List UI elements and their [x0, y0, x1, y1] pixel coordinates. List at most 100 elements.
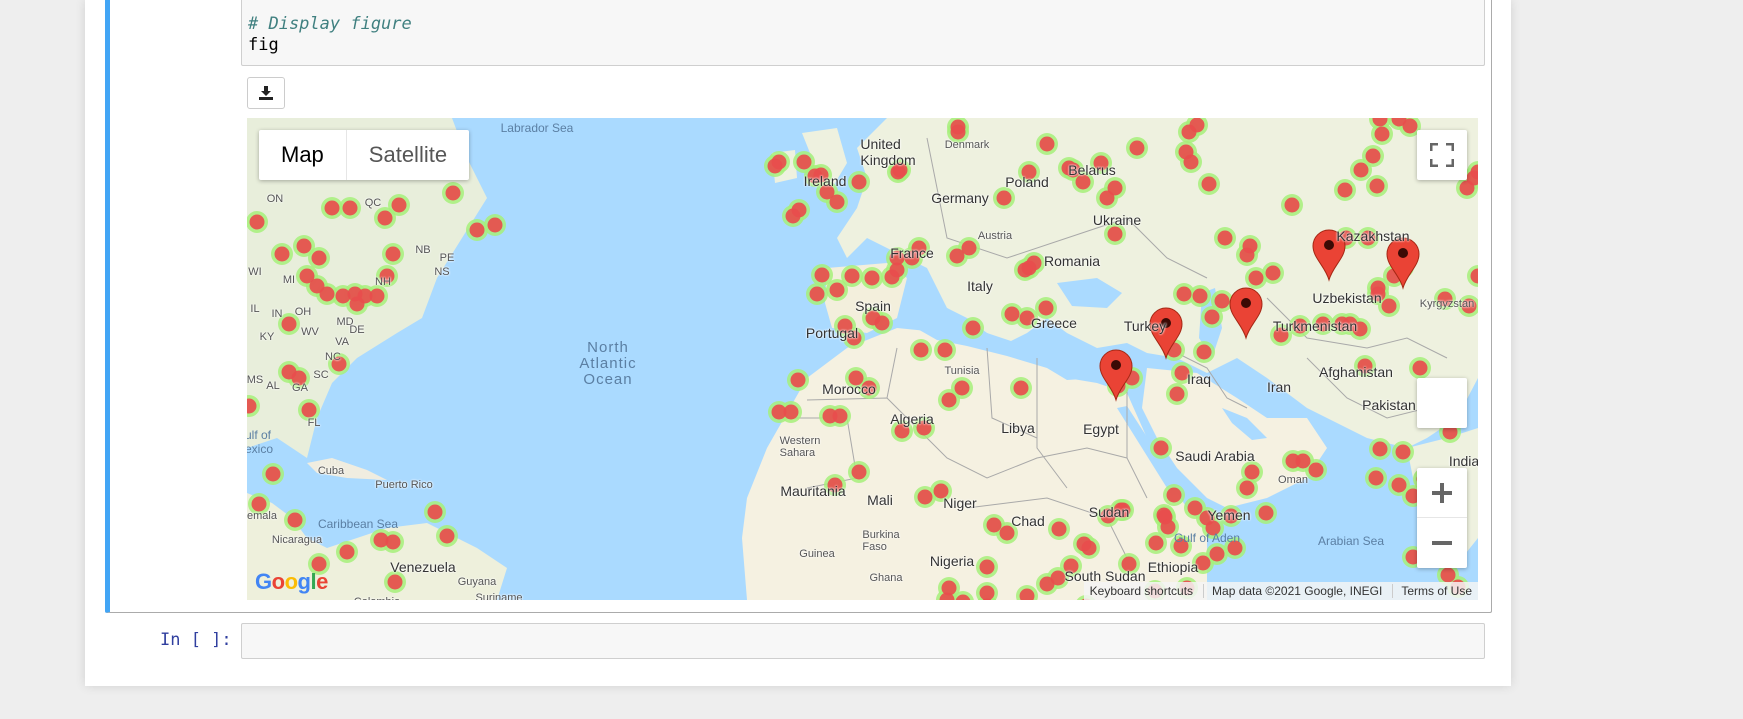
label-nicaragua: Nicaragua	[271, 534, 323, 546]
label-turkey: Turkey	[1123, 318, 1167, 334]
label-north-atlantic: North Atlantic Ocean	[579, 339, 637, 388]
label-iraq: Iraq	[1186, 371, 1212, 387]
map-type-map-button[interactable]: Map	[259, 130, 347, 180]
label-cuba: Cuba	[317, 465, 345, 477]
fullscreen-button[interactable]	[1417, 130, 1467, 180]
label-poland: Poland	[1005, 174, 1049, 190]
map-pin-body	[1386, 237, 1420, 290]
map-pin-icon[interactable]	[1099, 349, 1133, 402]
label-state-nc: NC	[325, 351, 341, 363]
label-state-ms: MS	[247, 374, 264, 386]
input-prompt: In [ ]:	[160, 630, 232, 650]
label-ghana: Ghana	[869, 572, 903, 584]
download-icon	[259, 86, 273, 100]
label-india: India	[1448, 453, 1478, 469]
map-pin-icon[interactable]	[1386, 237, 1420, 290]
label-guatemala: emala	[247, 510, 277, 522]
label-guyana: Guyana	[457, 576, 497, 588]
label-niger: Niger	[943, 495, 977, 511]
label-gulf-of-aden: Gulf of Aden	[1173, 531, 1241, 545]
label-united-kingdom: United Kingdom	[860, 136, 916, 168]
label-romania: Romania	[1043, 253, 1101, 269]
label-ethiopia: Ethiopia	[1147, 559, 1199, 575]
map-type-control: Map Satellite	[259, 130, 470, 180]
map-pin-icon[interactable]	[1229, 287, 1263, 340]
label-egypt: Egypt	[1083, 421, 1119, 437]
zoom-in-button[interactable]	[1417, 468, 1467, 518]
keyboard-shortcuts-link[interactable]: Keyboard shortcuts	[1090, 584, 1193, 598]
label-austria: Austria	[977, 230, 1013, 242]
label-sudan: Sudan	[1088, 504, 1130, 520]
label-yemen: Yemen	[1207, 507, 1251, 523]
label-denmark: Denmark	[944, 139, 990, 151]
label-pakistan: Pakistan	[1362, 397, 1416, 413]
label-state-va: VA	[335, 336, 349, 348]
label-turkmenistan: Turkmenistan	[1272, 318, 1358, 334]
label-state-fl: FL	[307, 417, 321, 429]
minus-icon	[1432, 541, 1452, 545]
label-italy: Italy	[967, 278, 993, 294]
label-ukraine: Ukraine	[1092, 212, 1142, 228]
label-caribbean-sea: Caribbean Sea	[317, 517, 399, 531]
label-oman: Oman	[1278, 474, 1308, 486]
terms-of-use-link[interactable]: Terms of Use	[1392, 584, 1472, 598]
label-venezuela: Venezuela	[390, 559, 456, 575]
label-germany: Germany	[931, 190, 989, 206]
map-pin-body	[1229, 287, 1263, 340]
label-belarus: Belarus	[1068, 162, 1116, 178]
label-arabian-sea: Arabian Sea	[1317, 534, 1385, 548]
code-editor[interactable]: # Display figure fig	[241, 0, 1485, 66]
map-type-satellite-button[interactable]: Satellite	[347, 130, 469, 180]
label-state-sc: SC	[313, 369, 329, 381]
label-state-de: DE	[349, 324, 365, 336]
label-iran: Iran	[1266, 379, 1292, 395]
label-state-pe: PE	[439, 252, 455, 264]
label-greece: Greece	[1031, 315, 1077, 331]
map-pin-dot	[1241, 298, 1251, 308]
label-state-ga: GA	[292, 382, 308, 394]
label-state-qc: QC	[364, 197, 382, 209]
label-state-nb: NB	[415, 244, 431, 256]
label-saudi-arabia: Saudi Arabia	[1175, 448, 1255, 464]
label-kazakhstan: Kazakhstan	[1336, 228, 1410, 244]
label-guinea: Guinea	[799, 548, 835, 560]
zoom-control	[1417, 468, 1467, 568]
label-state-on: ON	[266, 193, 284, 205]
label-mali: Mali	[867, 492, 893, 508]
label-libya: Libya	[1001, 420, 1035, 436]
label-burkina-faso: Burkina Faso	[862, 529, 900, 553]
label-colombia: Colombia	[354, 596, 400, 600]
label-state-wv: WV	[301, 326, 319, 338]
marker-layer	[1099, 229, 1420, 402]
label-state-mi: MI	[282, 274, 296, 286]
label-france: France	[890, 245, 934, 261]
label-state-ky: KY	[259, 331, 275, 343]
map-pin-dot	[1111, 360, 1121, 370]
label-state-in: IN	[271, 308, 283, 320]
empty-code-cell-input[interactable]	[241, 623, 1485, 659]
label-morocco: Morocco	[822, 381, 876, 397]
street-view-pegman-button[interactable]	[1417, 378, 1467, 428]
label-algeria: Algeria	[890, 411, 934, 427]
code-comment: # Display figure	[248, 14, 412, 34]
label-tunisia: Tunisia	[944, 365, 980, 377]
map-footer: Keyboard shortcuts Map data ©2021 Google…	[1083, 582, 1478, 600]
google-map[interactable]: Labrador Sea North Atlantic Ocean Caribb…	[247, 118, 1478, 600]
download-button[interactable]	[247, 77, 285, 109]
label-portugal: Portugal	[805, 325, 859, 341]
label-state-ns: NS	[434, 266, 450, 278]
map-pin-body	[1099, 349, 1133, 402]
plus-icon	[1432, 482, 1452, 503]
map-pin-dot	[1398, 248, 1408, 258]
label-kyrgyzstan: Kyrgyzstan	[1419, 298, 1475, 310]
label-state-nh: NH	[375, 276, 391, 288]
label-gulf-of-mexico: ulf of exico	[247, 428, 274, 456]
zoom-out-button[interactable]	[1417, 518, 1467, 568]
google-logo[interactable]: Google	[255, 569, 328, 595]
label-western-sahara: Western Sahara	[779, 435, 821, 459]
code-line: fig	[248, 35, 279, 55]
label-state-oh: OH	[294, 306, 312, 318]
fullscreen-icon	[1430, 143, 1454, 167]
map-data-attribution: Map data ©2021 Google, INEGI	[1203, 584, 1382, 598]
label-labrador-sea: Labrador Sea	[500, 121, 574, 135]
